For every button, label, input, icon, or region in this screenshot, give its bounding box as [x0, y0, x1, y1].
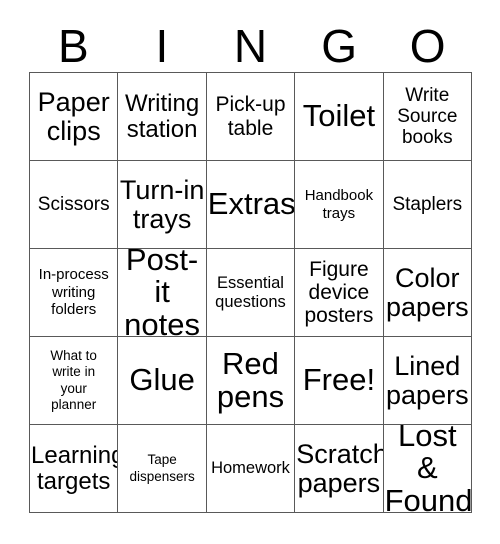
bingo-square-label: Turn-in trays: [119, 174, 205, 234]
bingo-square-label: Post-it notes: [124, 249, 201, 337]
bingo-square[interactable]: Lost & Found: [383, 425, 472, 513]
bingo-square-label: Scissors: [37, 193, 110, 215]
bingo-square-label: Color papers: [386, 262, 469, 322]
bingo-square-label: Extras: [207, 186, 296, 222]
bingo-square[interactable]: Red pens: [206, 337, 296, 425]
bingo-square[interactable]: Scratch papers: [295, 425, 384, 513]
bingo-square-label: Glue: [129, 362, 195, 398]
bingo-square[interactable]: Scissors: [30, 161, 119, 249]
bingo-square[interactable]: Write Source books: [383, 73, 472, 161]
bingo-square[interactable]: Pick-up table: [206, 73, 296, 161]
bingo-square[interactable]: Handbook trays: [295, 161, 384, 249]
bingo-square[interactable]: Extras: [206, 161, 296, 249]
bingo-square[interactable]: Glue: [118, 337, 207, 425]
bingo-square-label: Scratch papers: [296, 438, 384, 498]
bingo-header-letter-4: O: [409, 20, 446, 72]
bingo-square[interactable]: Paper clips: [30, 73, 119, 161]
bingo-header-letter-1: I: [155, 20, 169, 72]
bingo-square[interactable]: Toilet: [295, 73, 384, 161]
bingo-square-label: Red pens: [216, 346, 285, 414]
bingo-square[interactable]: Essential questions: [206, 249, 296, 337]
bingo-square[interactable]: Homework: [206, 425, 296, 513]
bingo-square-label: Tape dispensers: [129, 452, 195, 484]
bingo-square[interactable]: Lined papers: [383, 337, 472, 425]
bingo-square[interactable]: Color papers: [383, 249, 472, 337]
bingo-square-label: Paper clips: [37, 86, 110, 146]
bingo-square-label: Free!: [302, 362, 376, 398]
bingo-square-label: Staplers: [392, 193, 463, 215]
bingo-header-letter-2: N: [233, 20, 268, 72]
bingo-header-letter-3: G: [321, 20, 357, 72]
bingo-header: B I N GO: [29, 22, 472, 70]
bingo-square-label: Lined papers: [386, 350, 469, 410]
bingo-square-label: Lost & Found: [384, 425, 472, 513]
bingo-square-label: Homework: [211, 459, 290, 478]
bingo-square[interactable]: Figure device posters: [295, 249, 384, 337]
bingo-square-label: In-process writing folders: [38, 265, 109, 319]
bingo-square[interactable]: Turn-in trays: [118, 161, 207, 249]
bingo-square[interactable]: Tape dispensers: [118, 425, 207, 513]
bingo-square-label: Handbook trays: [304, 186, 374, 222]
bingo-square-label: Essential questions: [215, 273, 286, 311]
bingo-card: B I N GO Paper clips Writing station Pick-up …: [0, 0, 500, 544]
bingo-square[interactable]: What to write in your planner: [30, 337, 119, 425]
bingo-header-letter-0: B: [57, 20, 89, 72]
bingo-square[interactable]: Staplers: [383, 161, 472, 249]
bingo-square-label: Writing station: [124, 89, 200, 143]
bingo-square-label: Pick-up table: [215, 93, 286, 140]
bingo-grid: Paper clips Writing station Pick-up table T…: [29, 72, 472, 513]
bingo-square[interactable]: Post-it notes: [118, 249, 207, 337]
bingo-square[interactable]: Learning targets: [30, 425, 119, 513]
bingo-square[interactable]: In-process writing folders: [30, 249, 119, 337]
bingo-square[interactable]: Writing station: [118, 73, 207, 161]
bingo-square-label: Figure device posters: [304, 257, 374, 328]
bingo-square-label: Write Source books: [397, 84, 458, 149]
bingo-square-label: Learning targets: [31, 441, 119, 495]
bingo-square-label: Toilet: [302, 98, 376, 134]
bingo-square-label: What to write in your planner: [50, 347, 97, 412]
bingo-square[interactable]: Free!: [295, 337, 384, 425]
